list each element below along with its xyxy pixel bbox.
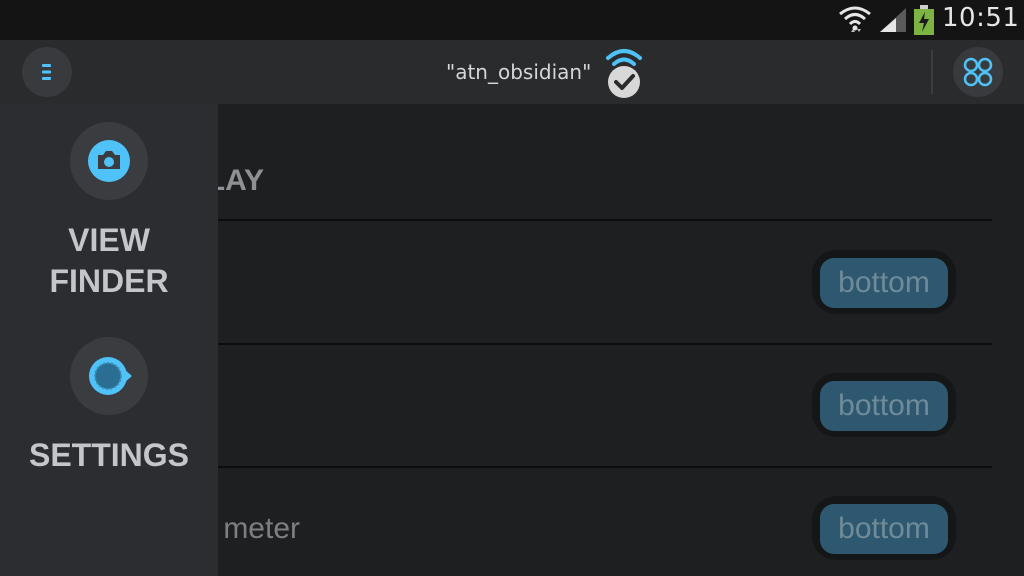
grid-circles-icon	[963, 57, 993, 87]
status-bar: 10:51	[0, 0, 1024, 40]
nav-label-settings: SETTINGS	[28, 437, 189, 473]
value-toggle-button[interactable]: bottom	[820, 504, 948, 554]
toggle-container: bottom	[812, 250, 956, 314]
camera-icon	[88, 140, 130, 182]
nav-item-viewfinder[interactable]: VIEW FINDER	[0, 104, 218, 304]
action-bar: "atn_obsidian"	[0, 40, 1024, 104]
settings-icon	[89, 357, 132, 395]
navigation-drawer: VIEW FINDER SETTINGS	[0, 104, 218, 576]
signal-icon	[880, 8, 906, 32]
action-bar-divider	[931, 50, 933, 94]
network-ssid: "atn_obsidian"	[446, 60, 592, 84]
menu-icon	[42, 64, 51, 80]
menu-button[interactable]	[22, 47, 72, 97]
nav-item-settings[interactable]: SETTINGS	[0, 319, 218, 479]
value-toggle-button[interactable]: bottom	[820, 381, 948, 431]
settings-icon-button	[70, 337, 148, 415]
clock: 10:51	[942, 3, 1020, 33]
apps-button[interactable]	[953, 47, 1003, 97]
wifi-connected-check-icon	[606, 49, 642, 98]
wifi-icon	[839, 6, 871, 32]
battery-charging-icon	[914, 5, 934, 35]
nav-label-view: VIEW	[68, 222, 150, 258]
toggle-container: bottom	[812, 496, 956, 560]
nav-label-finder: FINDER	[49, 263, 169, 299]
viewfinder-icon-button	[70, 122, 148, 200]
toggle-container: bottom	[812, 373, 956, 437]
value-toggle-button[interactable]: bottom	[820, 258, 948, 308]
